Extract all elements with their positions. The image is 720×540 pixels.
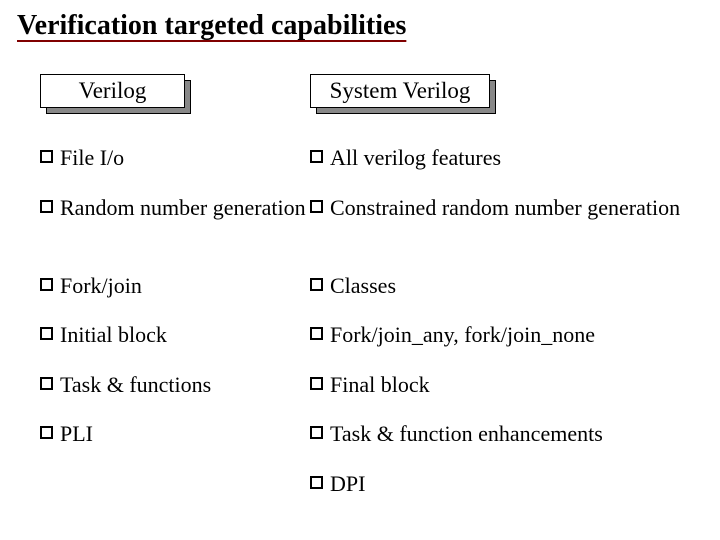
verilog-header-box: Verilog [40,74,310,112]
square-bullet-icon [310,476,323,489]
list-item-label: Classes [330,272,690,300]
system-verilog-column: System Verilog All verilog features Cons… [310,74,690,519]
square-bullet-icon [40,278,53,291]
square-bullet-icon [310,200,323,213]
list-item-label: Random number generation [60,194,310,222]
list-item-label: Task & function enhancements [330,420,690,448]
list-item-label: All verilog features [330,144,690,172]
list-item: Initial block [40,321,310,349]
list-item-label: Final block [330,371,690,399]
list-item: Random number generation [40,194,310,250]
list-item-label: Initial block [60,321,310,349]
list-item: All verilog features [310,144,690,172]
square-bullet-icon [310,278,323,291]
comparison-columns: Verilog File I/o Random number generatio… [15,74,700,519]
list-item: Fork/join [40,272,310,300]
square-bullet-icon [310,377,323,390]
system-verilog-header-label: System Verilog [310,74,490,108]
square-bullet-icon [40,327,53,340]
list-item: Task & function enhancements [310,420,690,448]
list-item-label: DPI [330,470,690,498]
list-item: Fork/join_any, fork/join_none [310,321,690,349]
list-item: Constrained random number generation [310,194,690,250]
system-verilog-header-box: System Verilog [310,74,690,112]
list-item-label: Fork/join [60,272,310,300]
verilog-column: Verilog File I/o Random number generatio… [15,74,310,519]
verilog-header-label: Verilog [40,74,185,108]
list-item: PLI [40,420,310,448]
square-bullet-icon [40,200,53,213]
list-item-label: Task & functions [60,371,310,399]
list-item: DPI [310,470,690,498]
square-bullet-icon [40,150,53,163]
square-bullet-icon [310,426,323,439]
square-bullet-icon [310,150,323,163]
square-bullet-icon [40,426,53,439]
list-item-label: Constrained random number generation [330,194,690,222]
list-item: File I/o [40,144,310,172]
slide-title: Verification targeted capabilities [17,10,700,46]
list-item: Classes [310,272,690,300]
list-item-label: PLI [60,420,310,448]
square-bullet-icon [40,377,53,390]
list-item-label: File I/o [60,144,310,172]
list-item: Final block [310,371,690,399]
list-item: Task & functions [40,371,310,399]
list-item-label: Fork/join_any, fork/join_none [330,321,690,349]
square-bullet-icon [310,327,323,340]
